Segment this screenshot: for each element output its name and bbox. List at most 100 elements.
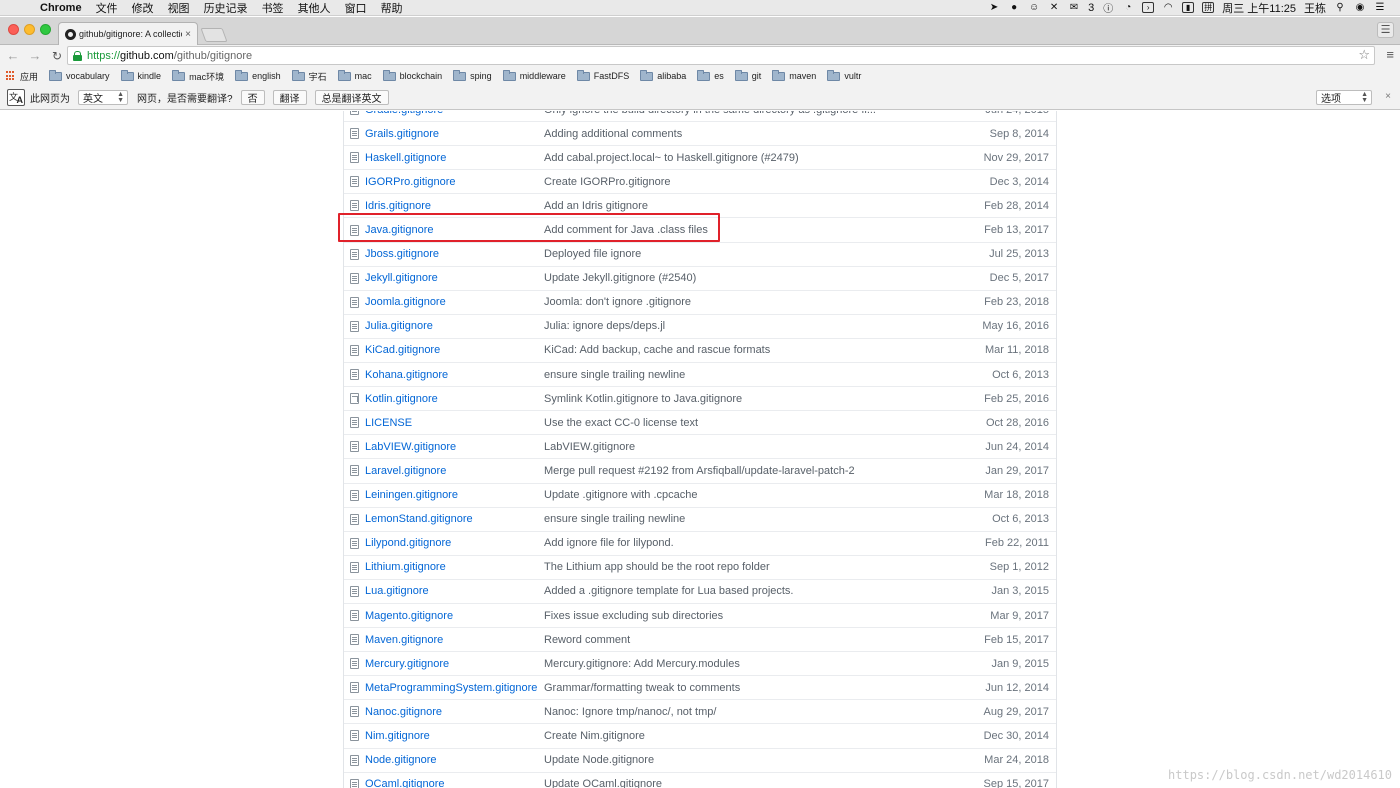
- translate-close-icon[interactable]: ×: [1385, 91, 1391, 102]
- bookmark-star-icon[interactable]: ☆: [1358, 47, 1370, 63]
- commit-message-link[interactable]: Mercury.gitignore: Add Mercury.modules: [544, 658, 924, 670]
- spotlight-search-icon[interactable]: ⚲: [1334, 2, 1346, 13]
- wifi-icon[interactable]: ◠: [1162, 2, 1174, 13]
- commit-message-link[interactable]: ensure single trailing newline: [544, 513, 924, 525]
- file-name-link[interactable]: Gradle.gitignore: [365, 111, 544, 116]
- lock-icon[interactable]: [73, 50, 82, 61]
- menu-people[interactable]: 其他人: [298, 0, 331, 16]
- input-method-icon[interactable]: 拼: [1202, 2, 1215, 13]
- bookmark-folder[interactable]: mac: [337, 69, 372, 81]
- file-name-link[interactable]: Magento.gitignore: [365, 610, 544, 622]
- commit-message-link[interactable]: Added a .gitignore template for Lua base…: [544, 585, 924, 597]
- file-name-link[interactable]: Leiningen.gitignore: [365, 489, 544, 501]
- forward-arrow-icon[interactable]: →: [26, 47, 44, 65]
- reload-icon[interactable]: ↻: [48, 47, 66, 65]
- bookmark-folder[interactable]: maven: [772, 69, 816, 81]
- file-name-link[interactable]: LabVIEW.gitignore: [365, 441, 544, 453]
- address-bar[interactable]: https://github.com/github/gitignore ☆: [67, 46, 1375, 65]
- menu-history[interactable]: 历史记录: [204, 0, 248, 16]
- clock[interactable]: 周三 上午11:25: [1222, 0, 1296, 16]
- commit-message-link[interactable]: Only ignore the build directory in the s…: [544, 111, 924, 116]
- notification-center-icon[interactable]: ☰: [1374, 2, 1386, 13]
- file-name-link[interactable]: Laravel.gitignore: [365, 465, 544, 477]
- file-name-link[interactable]: Lithium.gitignore: [365, 561, 544, 573]
- commit-message-link[interactable]: Joomla: don't ignore .gitignore: [544, 296, 924, 308]
- translate-icon[interactable]: 文A: [7, 89, 25, 106]
- menu-help[interactable]: 帮助: [381, 0, 403, 16]
- chat-bubble-icon[interactable]: ●: [1008, 2, 1020, 13]
- commit-message-link[interactable]: Update Node.gitignore: [544, 754, 924, 766]
- commit-message-link[interactable]: Symlink Kotlin.gitignore to Java.gitigno…: [544, 393, 924, 405]
- commit-message-link[interactable]: Update .gitignore with .cpcache: [544, 489, 924, 501]
- commit-message-link[interactable]: Merge pull request #2192 from Arsfiqball…: [544, 465, 924, 477]
- always-translate-button[interactable]: 总是翻译英文: [314, 90, 389, 105]
- commit-message-link[interactable]: Add cabal.project.local~ to Haskell.giti…: [544, 152, 924, 164]
- file-name-link[interactable]: Java.gitignore: [365, 224, 544, 236]
- siri-icon[interactable]: ◉: [1354, 2, 1366, 13]
- commit-message-link[interactable]: Use the exact CC-0 license text: [544, 417, 924, 429]
- commit-message-link[interactable]: Update Jekyll.gitignore (#2540): [544, 272, 924, 284]
- commit-message-link[interactable]: Add comment for Java .class files: [544, 224, 924, 236]
- file-name-link[interactable]: Idris.gitignore: [365, 200, 544, 212]
- translate-no-button[interactable]: 否: [240, 90, 265, 105]
- bookmark-folder[interactable]: mac环境: [172, 69, 224, 83]
- bookmark-folder[interactable]: es: [697, 69, 724, 81]
- translate-button[interactable]: 翻译: [272, 90, 307, 105]
- back-arrow-icon[interactable]: ←: [4, 47, 22, 65]
- commit-message-link[interactable]: Reword comment: [544, 634, 924, 646]
- terminal-icon[interactable]: ›: [1142, 2, 1155, 13]
- commit-message-link[interactable]: Create IGORPro.gitignore: [544, 176, 924, 188]
- bookmark-folder[interactable]: alibaba: [640, 69, 686, 81]
- menu-window[interactable]: 窗口: [345, 0, 367, 16]
- menu-bookmarks[interactable]: 书签: [262, 0, 284, 16]
- user-name[interactable]: 王栋: [1304, 0, 1326, 16]
- translate-options-select[interactable]: 选项 ▲ ▼: [1316, 90, 1372, 105]
- battery-icon[interactable]: ▮: [1182, 2, 1195, 13]
- file-name-link[interactable]: Jekyll.gitignore: [365, 272, 544, 284]
- source-language-select[interactable]: 英文 ▲ ▼: [78, 90, 128, 105]
- bookmark-folder[interactable]: middleware: [502, 69, 566, 81]
- commit-message-link[interactable]: Add an Idris gitignore: [544, 200, 924, 212]
- bookmark-folder[interactable]: kindle: [120, 69, 161, 81]
- commit-message-link[interactable]: Julia: ignore deps/deps.jl: [544, 320, 924, 332]
- profile-menu-icon[interactable]: ☰: [1377, 22, 1394, 38]
- bookmark-folder[interactable]: git: [734, 69, 761, 81]
- commit-message-link[interactable]: Deployed file ignore: [544, 248, 924, 260]
- file-name-link[interactable]: Lilypond.gitignore: [365, 537, 544, 549]
- wechat-icon[interactable]: ✉: [1068, 2, 1080, 13]
- file-name-link[interactable]: MetaProgrammingSystem.gitignore: [365, 682, 544, 694]
- commit-message-link[interactable]: Adding additional comments: [544, 128, 924, 140]
- window-fullscreen-button[interactable]: [40, 24, 51, 35]
- commit-message-link[interactable]: Update OCaml.gitignore: [544, 778, 924, 788]
- commit-message-link[interactable]: KiCad: Add backup, cache and rascue form…: [544, 344, 924, 356]
- file-name-link[interactable]: Grails.gitignore: [365, 128, 544, 140]
- apps-grid-icon[interactable]: [6, 71, 16, 81]
- file-name-link[interactable]: IGORPro.gitignore: [365, 176, 544, 188]
- commit-message-link[interactable]: LabVIEW.gitignore: [544, 441, 924, 453]
- file-name-link[interactable]: LICENSE: [365, 417, 544, 429]
- vpn-icon[interactable]: ✕: [1048, 2, 1060, 13]
- file-name-link[interactable]: KiCad.gitignore: [365, 344, 544, 356]
- menu-file[interactable]: 文件: [96, 0, 118, 16]
- file-name-link[interactable]: Maven.gitignore: [365, 634, 544, 646]
- file-name-link[interactable]: Lua.gitignore: [365, 585, 544, 597]
- commit-message-link[interactable]: Create Nim.gitignore: [544, 730, 924, 742]
- file-name-link[interactable]: Node.gitignore: [365, 754, 544, 766]
- file-name-link[interactable]: LemonStand.gitignore: [365, 513, 544, 525]
- file-name-link[interactable]: Nim.gitignore: [365, 730, 544, 742]
- file-name-link[interactable]: Kohana.gitignore: [365, 369, 544, 381]
- window-close-button[interactable]: [8, 24, 19, 35]
- window-minimize-button[interactable]: [24, 24, 35, 35]
- file-name-link[interactable]: Nanoc.gitignore: [365, 706, 544, 718]
- file-name-link[interactable]: Kotlin.gitignore: [365, 393, 544, 405]
- file-name-link[interactable]: OCaml.gitignore: [365, 778, 544, 788]
- tab-github-gitignore[interactable]: github/gitignore: A collection ×: [58, 22, 198, 45]
- bookmark-folder[interactable]: 宇石: [291, 69, 327, 83]
- bookmark-folder[interactable]: vultr: [827, 69, 861, 81]
- new-tab-button[interactable]: [200, 28, 228, 42]
- file-name-link[interactable]: Mercury.gitignore: [365, 658, 544, 670]
- file-name-link[interactable]: Jboss.gitignore: [365, 248, 544, 260]
- commit-message-link[interactable]: Grammar/formatting tweak to comments: [544, 682, 924, 694]
- bookmark-folder[interactable]: sping: [453, 69, 492, 81]
- menu-edit[interactable]: 修改: [132, 0, 154, 16]
